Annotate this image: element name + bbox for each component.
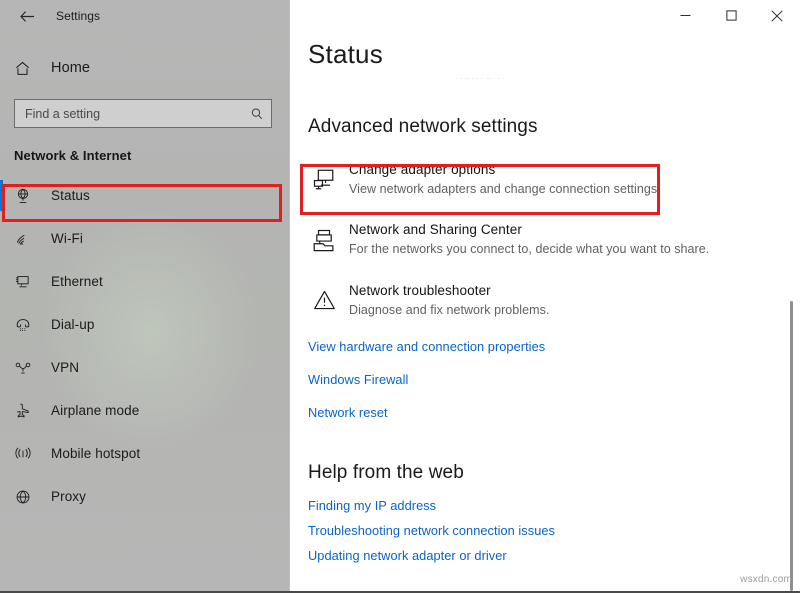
settings-links: View hardware and connection properties … bbox=[308, 339, 800, 420]
link-troubleshooting-network-connection-issues[interactable]: Troubleshooting network connection issue… bbox=[308, 523, 555, 538]
watermark: wsxdn.com bbox=[740, 574, 792, 585]
hotspot-icon bbox=[14, 443, 40, 465]
sidebar-item-label: Status bbox=[51, 188, 90, 203]
setting-network-and-sharing-center[interactable]: Network and Sharing Center For the netwo… bbox=[308, 218, 800, 262]
sidebar-item-home[interactable]: Home bbox=[0, 49, 289, 87]
sidebar-item-label: Dial-up bbox=[51, 317, 94, 332]
sidebar-item-label: Airplane mode bbox=[51, 403, 139, 418]
globe-network-icon bbox=[14, 185, 40, 207]
dialup-phone-icon bbox=[14, 314, 40, 336]
advanced-network-settings-header: Advanced network settings bbox=[308, 116, 800, 138]
sharing-center-icon bbox=[312, 223, 345, 257]
ethernet-icon bbox=[14, 271, 40, 293]
link-windows-firewall[interactable]: Windows Firewall bbox=[308, 372, 408, 387]
scrollbar[interactable] bbox=[787, 36, 797, 587]
home-label: Home bbox=[51, 60, 90, 76]
sidebar-item-airplane-mode[interactable]: Airplane mode bbox=[0, 389, 289, 432]
content-scroll-area: Status network Advanced network settings bbox=[290, 0, 800, 563]
search-icon[interactable] bbox=[250, 107, 264, 121]
scrollbar-thumb[interactable] bbox=[790, 301, 793, 591]
search-input[interactable] bbox=[25, 100, 250, 127]
sidebar-item-dialup[interactable]: Dial-up bbox=[0, 303, 289, 346]
airplane-icon bbox=[14, 400, 40, 422]
setting-network-troubleshooter[interactable]: Network troubleshooter Diagnose and fix … bbox=[308, 279, 800, 323]
setting-text: Network and Sharing Center For the netwo… bbox=[349, 222, 709, 258]
search-box[interactable] bbox=[14, 99, 272, 128]
home-icon bbox=[14, 60, 40, 77]
settings-window: Settings Home Network & Internet bbox=[0, 0, 800, 593]
sidebar-item-ethernet[interactable]: Ethernet bbox=[0, 260, 289, 303]
setting-title: Network troubleshooter bbox=[349, 283, 549, 300]
sidebar-item-proxy[interactable]: Proxy bbox=[0, 475, 289, 518]
setting-subtitle: For the networks you connect to, decide … bbox=[349, 242, 709, 258]
minimize-button[interactable] bbox=[662, 0, 708, 31]
setting-text: Network troubleshooter Diagnose and fix … bbox=[349, 283, 549, 319]
link-network-reset[interactable]: Network reset bbox=[308, 405, 388, 420]
sidebar-item-status[interactable]: Status bbox=[0, 174, 289, 217]
clipped-text-remnant: network bbox=[455, 78, 615, 88]
adapter-monitor-icon bbox=[312, 163, 345, 197]
sidebar-item-wifi[interactable]: Wi-Fi bbox=[0, 217, 289, 260]
setting-change-adapter-options[interactable]: Change adapter options View network adap… bbox=[308, 158, 800, 202]
setting-title: Change adapter options bbox=[349, 162, 661, 179]
wifi-icon bbox=[14, 228, 40, 250]
sidebar: Settings Home Network & Internet bbox=[0, 0, 290, 593]
link-updating-network-adapter-or-driver[interactable]: Updating network adapter or driver bbox=[308, 548, 507, 563]
sidebar-item-label: Wi-Fi bbox=[51, 231, 83, 246]
sidebar-item-label: Ethernet bbox=[51, 274, 103, 289]
sidebar-item-label: Mobile hotspot bbox=[51, 446, 140, 461]
setting-title: Network and Sharing Center bbox=[349, 222, 709, 239]
sidebar-item-vpn[interactable]: VPN bbox=[0, 346, 289, 389]
help-links: Finding my IP address Troubleshooting ne… bbox=[308, 498, 800, 563]
window-title: Settings bbox=[56, 9, 100, 23]
page-title: Status bbox=[308, 40, 800, 70]
close-button[interactable] bbox=[754, 0, 800, 31]
link-view-hardware-properties[interactable]: View hardware and connection properties bbox=[308, 339, 545, 354]
sidebar-item-mobile-hotspot[interactable]: Mobile hotspot bbox=[0, 432, 289, 475]
setting-text: Change adapter options View network adap… bbox=[349, 162, 661, 198]
globe-icon bbox=[14, 486, 40, 508]
sidebar-item-label: Proxy bbox=[51, 489, 86, 504]
vpn-icon bbox=[14, 357, 40, 379]
back-button[interactable] bbox=[10, 1, 44, 31]
sidebar-nav-list: Status Wi-Fi bbox=[0, 174, 289, 518]
window-controls bbox=[662, 0, 800, 31]
sidebar-section-header: Network & Internet bbox=[0, 148, 289, 163]
setting-subtitle: View network adapters and change connect… bbox=[349, 182, 661, 198]
sidebar-titlebar: Settings bbox=[0, 0, 289, 32]
link-finding-my-ip-address[interactable]: Finding my IP address bbox=[308, 498, 436, 513]
maximize-button[interactable] bbox=[708, 0, 754, 31]
settings-list: Change adapter options View network adap… bbox=[308, 158, 800, 323]
help-from-the-web-header: Help from the web bbox=[308, 462, 800, 484]
main-content: Status network Advanced network settings bbox=[290, 0, 800, 593]
sidebar-item-label: VPN bbox=[51, 360, 79, 375]
warning-triangle-icon bbox=[312, 284, 345, 318]
setting-subtitle: Diagnose and fix network problems. bbox=[349, 303, 549, 319]
